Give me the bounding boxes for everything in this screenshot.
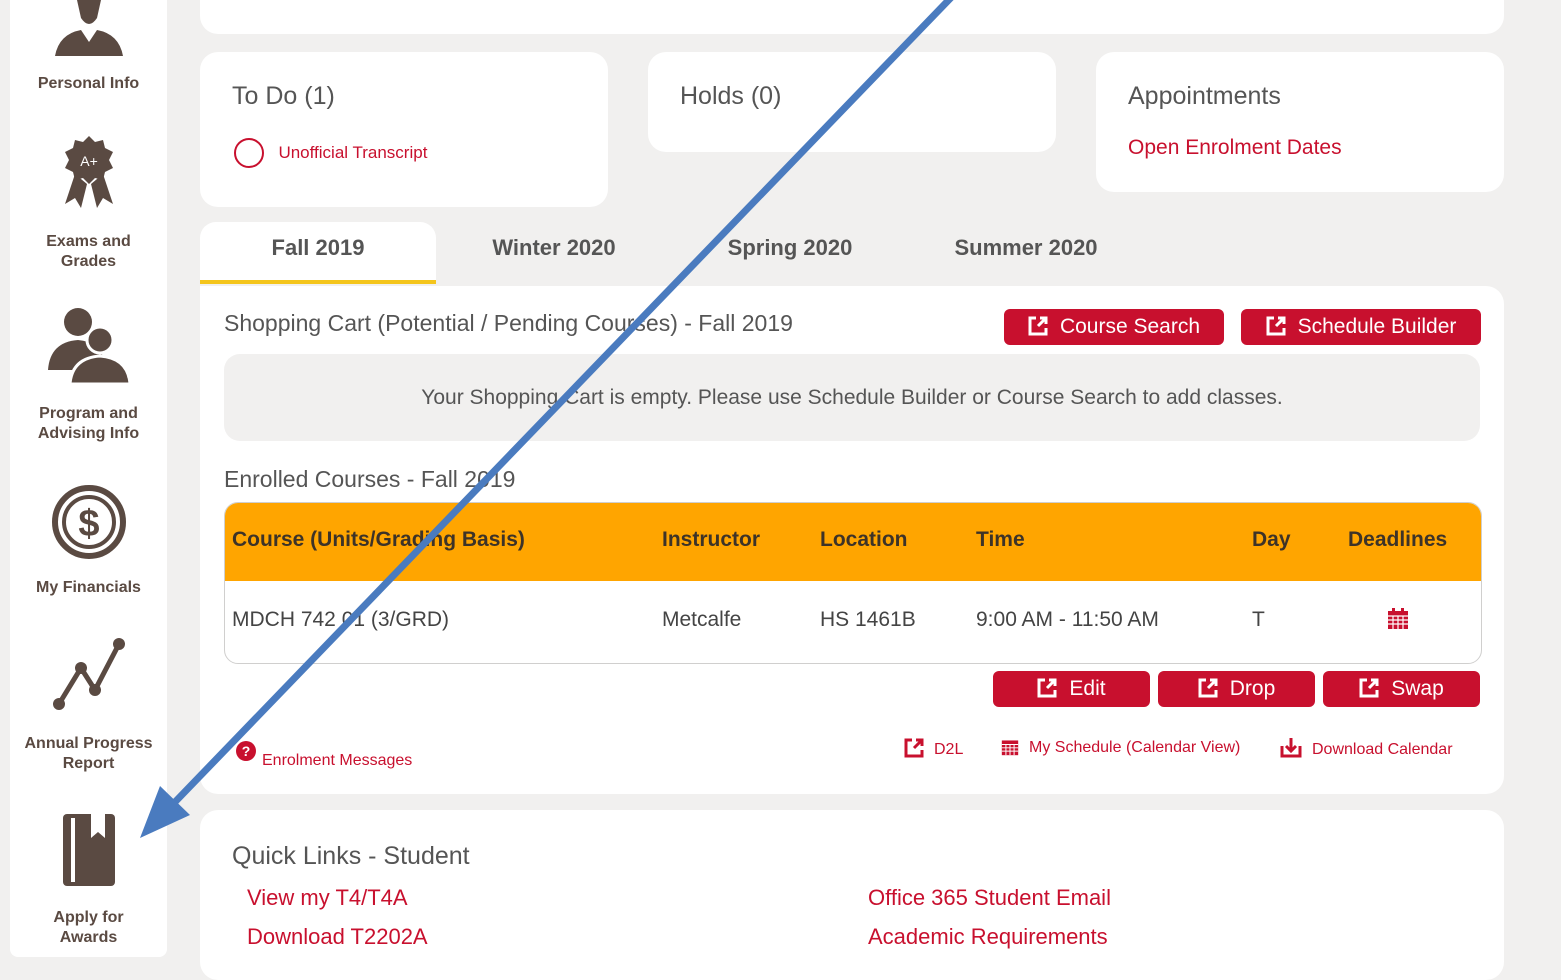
external-link-icon — [1359, 678, 1379, 698]
swap-button[interactable]: Swap — [1323, 671, 1480, 707]
tab-winter-2020[interactable]: Winter 2020 — [436, 222, 672, 284]
download-calendar-label: Download Calendar — [1312, 741, 1453, 758]
dollar-icon: $ — [51, 485, 126, 559]
course-search-button[interactable]: Course Search — [1004, 309, 1224, 345]
holds-card: Holds (0) — [648, 52, 1056, 152]
my-schedule-label: My Schedule (Calendar View) — [1029, 739, 1241, 756]
nav-label: Annual Progress Report — [24, 735, 153, 772]
cell-day: T — [1252, 608, 1265, 631]
drop-label: Drop — [1229, 677, 1276, 700]
my-schedule-link[interactable]: My Schedule (Calendar View) — [1001, 738, 1240, 757]
cell-time: 9:00 AM - 11:50 AM — [976, 608, 1159, 631]
todo-item-label[interactable]: Unofficial Transcript — [278, 143, 427, 162]
d2l-link[interactable]: D2L — [904, 738, 963, 759]
shopping-cart-title: Shopping Cart (Potential / Pending Cours… — [224, 310, 793, 336]
external-link-icon — [904, 738, 924, 758]
schedule-builder-button[interactable]: Schedule Builder — [1241, 309, 1481, 345]
enrolled-table — [224, 502, 1482, 664]
quick-links-title: Quick Links - Student — [232, 842, 470, 870]
download-calendar-link[interactable]: Download Calendar — [1280, 738, 1453, 759]
nav-label: Exams and Grades — [46, 233, 131, 270]
top-card — [200, 0, 1504, 34]
edit-button[interactable]: Edit — [993, 671, 1150, 707]
nav-program-advising[interactable]: Program and Advising Info — [10, 304, 167, 444]
enrolment-messages-link[interactable]: ? Enrolment Messages — [236, 741, 412, 770]
course-search-label: Course Search — [1059, 315, 1201, 338]
quick-link-academic-requirements[interactable]: Academic Requirements — [868, 924, 1108, 950]
appointments-card: Appointments Open Enrolment Dates — [1096, 52, 1504, 192]
sidebar: Personal Info A+ Exams and Grades Progra… — [10, 0, 167, 957]
header-time: Time — [976, 528, 1025, 551]
nav-exams-grades[interactable]: A+ Exams and Grades — [10, 134, 167, 272]
todo-card: To Do (1) Unofficial Transcript — [200, 52, 608, 207]
calendar-icon — [1001, 740, 1019, 756]
nav-personal-info[interactable]: Personal Info — [10, 0, 167, 94]
award-ribbon-icon: A+ — [64, 136, 113, 208]
header-deadlines: Deadlines — [1348, 528, 1448, 551]
nav-my-financials[interactable]: $ My Financials — [10, 482, 167, 598]
cell-course: MDCH 742 01 (3/GRD) — [232, 608, 450, 631]
nav-annual-progress[interactable]: Annual Progress Report — [10, 636, 167, 774]
header-location: Location — [820, 528, 908, 551]
calendar-icon[interactable] — [1387, 608, 1409, 630]
edit-label: Edit — [1069, 677, 1106, 700]
nav-label: Program and Advising Info — [37, 405, 140, 442]
header-course: Course (Units/Grading Basis) — [232, 528, 525, 551]
header-day: Day — [1252, 528, 1291, 551]
enrolment-messages-label: Enrolment Messages — [262, 752, 413, 769]
svg-text:A+: A+ — [80, 153, 98, 169]
appointments-title: Appointments — [1128, 82, 1281, 110]
question-icon: ? — [236, 741, 256, 761]
cell-instructor: Metcalfe — [662, 608, 742, 631]
empty-cart-message: Your Shopping Cart is empty. Please use … — [224, 354, 1480, 441]
tab-spring-2020[interactable]: Spring 2020 — [672, 222, 908, 284]
todo-item[interactable]: Unofficial Transcript — [232, 136, 427, 170]
book-icon — [62, 814, 115, 886]
drop-button[interactable]: Drop — [1158, 671, 1315, 707]
external-link-icon — [1037, 678, 1057, 698]
quick-link-t2202a[interactable]: Download T2202A — [247, 924, 428, 950]
quick-link-office365[interactable]: Office 365 Student Email — [868, 885, 1111, 911]
holds-title: Holds (0) — [680, 82, 782, 110]
nav-label: Personal Info — [37, 75, 140, 92]
tab-summer-2020[interactable]: Summer 2020 — [908, 222, 1144, 284]
external-link-icon — [1028, 316, 1048, 336]
svg-text:?: ? — [242, 743, 251, 759]
quick-link-t4[interactable]: View my T4/T4A — [247, 885, 408, 911]
swap-label: Swap — [1391, 677, 1444, 700]
person-icon — [54, 0, 123, 56]
download-icon — [1280, 738, 1302, 758]
nav-apply-awards[interactable]: Apply for Awards — [10, 810, 167, 948]
schedule-builder-label: Schedule Builder — [1297, 315, 1457, 338]
nav-label: My Financials — [36, 579, 141, 596]
cell-location: HS 1461B — [820, 608, 916, 631]
d2l-label: D2L — [934, 741, 964, 758]
external-link-icon — [1266, 316, 1286, 336]
empty-circle-icon — [234, 138, 264, 168]
tab-fall-2019[interactable]: Fall 2019 — [200, 222, 436, 284]
enrolled-courses-title: Enrolled Courses - Fall 2019 — [224, 466, 516, 492]
header-instructor: Instructor — [662, 528, 761, 551]
open-enrolment-dates-link[interactable]: Open Enrolment Dates — [1128, 136, 1342, 160]
line-graph-icon — [52, 638, 125, 710]
todo-title: To Do (1) — [232, 82, 335, 110]
nav-label: Apply for Awards — [53, 909, 124, 946]
people-icon — [47, 308, 132, 386]
external-link-icon — [1198, 678, 1218, 698]
svg-text:$: $ — [78, 503, 99, 545]
